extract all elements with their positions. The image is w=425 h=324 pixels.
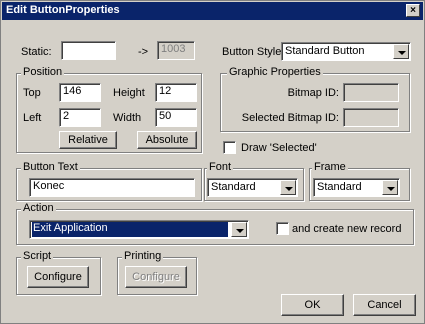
top-input[interactable]: 146 bbox=[59, 83, 101, 102]
height-label: Height bbox=[113, 87, 145, 99]
title-bar[interactable]: Edit ButtonProperties × bbox=[2, 2, 423, 20]
selected-bitmap-id-field bbox=[343, 108, 399, 127]
left-label: Left bbox=[23, 112, 42, 124]
create-new-record-checkbox[interactable] bbox=[276, 222, 289, 235]
static-label: Static: bbox=[21, 46, 52, 58]
action-select[interactable]: Exit Application bbox=[29, 220, 249, 239]
action-group: Action Exit Application and create new r… bbox=[16, 202, 414, 245]
font-value: Standard bbox=[211, 181, 256, 193]
ok-button[interactable]: OK bbox=[281, 294, 344, 316]
button-text-group: Button Text Konec bbox=[16, 161, 202, 201]
window-title: Edit ButtonProperties bbox=[6, 4, 120, 16]
printing-group: Printing Configure bbox=[117, 250, 197, 295]
height-input[interactable]: 12 bbox=[155, 83, 197, 102]
create-new-record-label: and create new record bbox=[292, 223, 402, 235]
graphic-properties-label: Graphic Properties bbox=[227, 66, 323, 78]
frame-group: Frame Standard bbox=[309, 161, 410, 201]
bitmap-id-label: Bitmap ID: bbox=[287, 87, 339, 99]
chevron-down-icon[interactable] bbox=[382, 180, 398, 195]
font-group: Font Standard bbox=[204, 161, 304, 201]
static-arrow-label: -> bbox=[138, 46, 149, 58]
draw-selected-label: Draw 'Selected' bbox=[241, 142, 317, 154]
draw-selected-checkbox[interactable] bbox=[223, 141, 236, 154]
script-group: Script Configure bbox=[16, 250, 101, 295]
font-select[interactable]: Standard bbox=[207, 178, 298, 197]
selected-bitmap-id-label: Selected Bitmap ID: bbox=[241, 112, 339, 124]
width-label: Width bbox=[113, 112, 142, 124]
action-group-label: Action bbox=[21, 202, 56, 214]
printing-group-label: Printing bbox=[122, 250, 164, 262]
close-button[interactable]: × bbox=[406, 4, 420, 17]
graphic-properties-group: Graphic Properties Bitmap ID: Selected B… bbox=[220, 66, 410, 132]
frame-group-label: Frame bbox=[312, 161, 348, 173]
button-style-value: Standard Button bbox=[285, 45, 365, 57]
position-group-label: Position bbox=[21, 66, 65, 78]
chevron-down-icon[interactable] bbox=[393, 44, 409, 59]
button-text-group-label: Button Text bbox=[21, 161, 80, 173]
bitmap-id-field bbox=[343, 83, 399, 102]
action-value: Exit Application bbox=[32, 222, 228, 237]
top-label: Top bbox=[23, 87, 41, 99]
frame-select[interactable]: Standard bbox=[313, 178, 400, 197]
chevron-down-icon[interactable] bbox=[280, 180, 296, 195]
position-group: Position Top 146 Height 12 Left 2 Width … bbox=[16, 66, 202, 153]
width-input[interactable]: 50 bbox=[155, 108, 197, 127]
printing-configure-button: Configure bbox=[125, 266, 187, 288]
edit-button-properties-dialog: Edit ButtonProperties × Static: -> 1003 … bbox=[0, 0, 425, 324]
button-text-input[interactable]: Konec bbox=[29, 178, 195, 197]
absolute-button[interactable]: Absolute bbox=[137, 131, 197, 149]
script-group-label: Script bbox=[21, 250, 54, 262]
cancel-button[interactable]: Cancel bbox=[353, 294, 416, 316]
font-group-label: Font bbox=[207, 161, 234, 173]
static-id-field: 1003 bbox=[157, 41, 195, 60]
close-icon: × bbox=[410, 5, 416, 16]
button-style-select[interactable]: Standard Button bbox=[281, 42, 411, 61]
static-input[interactable] bbox=[61, 41, 116, 60]
chevron-down-icon[interactable] bbox=[231, 222, 247, 237]
left-input[interactable]: 2 bbox=[59, 108, 101, 127]
button-style-label: Button Style: bbox=[222, 46, 285, 58]
script-configure-button[interactable]: Configure bbox=[27, 266, 89, 288]
frame-value: Standard bbox=[317, 181, 362, 193]
relative-button[interactable]: Relative bbox=[59, 131, 117, 149]
